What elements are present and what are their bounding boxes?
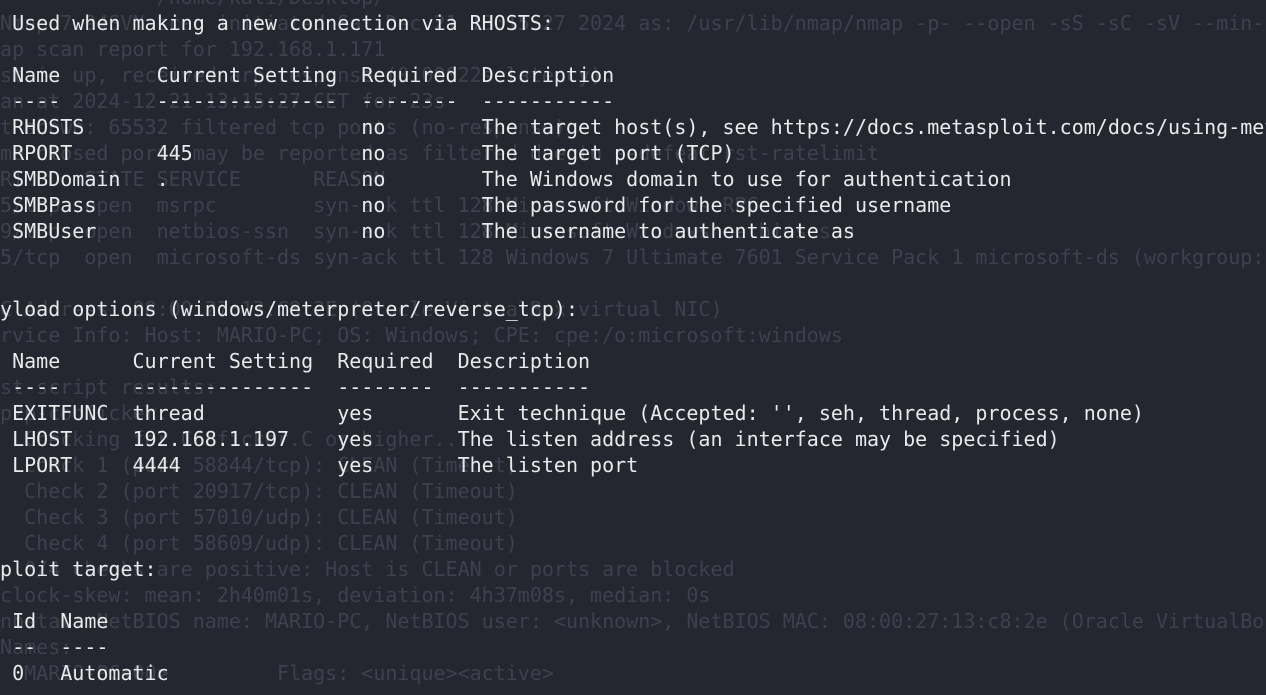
payload-options-header: Name Current Setting Required Descriptio… [0, 349, 591, 373]
payload-row-lport: LPORT 4444 yes The listen port [0, 453, 639, 477]
payload-options-underline: ---- --------------- -------- ----------… [0, 375, 591, 399]
terminal-window[interactable]: /home/kali/Desktop/ Nmap 7.94SVN scan in… [0, 0, 1266, 695]
option-row-smbuser: SMBUser no The username to authenticate … [0, 219, 855, 243]
module-options-description: Used when making a new connection via RH… [0, 11, 554, 35]
option-row-rport: RPORT 445 no The target port (TCP) [0, 141, 735, 165]
payload-options-title: ayload options (windows/meterpreter/reve… [0, 297, 579, 321]
module-options-underline: ---- --------------- -------- ----------… [0, 89, 615, 113]
exploit-target-title: xploit target: [0, 557, 157, 581]
module-options-header: Name Current Setting Required Descriptio… [0, 63, 615, 87]
exploit-target-header: Id Name [0, 609, 109, 633]
bg-line: /home/kali/Desktop/ [0, 0, 1264, 10]
payload-row-lhost: LHOST 192.168.1.197 yes The listen addre… [0, 427, 1060, 451]
payload-row-exitfunc: EXITFUNC thread yes Exit technique (Acce… [0, 401, 1144, 425]
option-row-smbpass: SMBPass no The password for the specifie… [0, 193, 952, 217]
option-row-rhosts: RHOSTS no The target host(s), see https:… [12, 115, 1266, 139]
target-row-automatic: 0 Automatic [0, 661, 169, 685]
option-row-smbdomain: SMBDomain . no The Windows domain to use… [0, 167, 1012, 191]
exploit-target-underline: -- ---- [0, 635, 109, 659]
metasploit-output: Used when making a new connection via RH… [0, 10, 1266, 686]
